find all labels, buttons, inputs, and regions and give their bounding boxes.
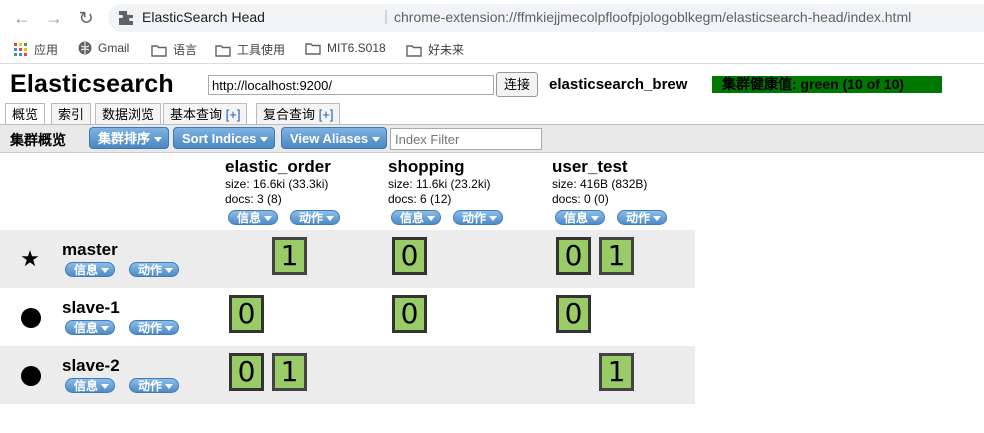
node-name: slave-2 <box>62 356 120 375</box>
tab-basic-query[interactable]: 基本查询 [+] <box>163 103 248 125</box>
index-size: size: 16.6ki (33.3ki) <box>225 177 329 191</box>
index-docs: docs: 3 (8) <box>225 192 282 206</box>
bookmark-haoweilai[interactable]: 好未来 <box>406 41 464 58</box>
tab-title: ElasticSearch Head <box>142 9 265 25</box>
index-size: size: 11.6ki (23.2ki) <box>388 177 491 191</box>
cluster-health-badge: 集群健康值: green (10 of 10) <box>712 76 942 93</box>
bookmarks-bar: 应用 Gmail 语言 工具使用 MIT6.S018 好未来 <box>0 36 984 64</box>
apps-grid-icon <box>14 43 27 56</box>
connect-button[interactable]: 连接 <box>496 72 538 97</box>
star-icon: ★ <box>20 246 40 271</box>
node-info-button[interactable]: 信息 <box>65 262 116 277</box>
tab-browser[interactable]: 数据浏览 <box>95 103 162 125</box>
tab-label: 基本查询 <box>170 107 223 122</box>
node-action-button[interactable]: 动作 <box>129 262 180 277</box>
view-aliases-button[interactable]: View Aliases <box>281 127 388 149</box>
bookmark-tools[interactable]: 工具使用 <box>215 41 285 58</box>
index-info-button[interactable]: 信息 <box>391 210 442 225</box>
cluster-name: elasticsearch_brew <box>549 76 688 93</box>
tab-plus[interactable]: [+] <box>226 107 241 122</box>
app-title: Elasticsearch <box>10 70 174 98</box>
bookmark-label: 语言 <box>173 43 198 57</box>
url-separator: | <box>384 8 388 25</box>
index-name: shopping <box>388 157 465 176</box>
bookmark-label: 应用 <box>34 43 59 57</box>
shard[interactable]: 0 <box>556 237 591 275</box>
app-header: Elasticsearch 连接 elasticsearch_brew 集群健康… <box>0 68 984 102</box>
bookmark-apps[interactable]: 应用 <box>14 41 58 58</box>
main-tabs: 概览 索引 数据浏览 基本查询 [+] 复合查询 [+] <box>0 103 984 125</box>
shard[interactable]: 0 <box>392 295 427 333</box>
bookmark-lang[interactable]: 语言 <box>151 41 197 58</box>
overview-toolbar: 集群概览 集群排序 Sort Indices View Aliases <box>0 125 984 153</box>
shard[interactable]: 1 <box>599 237 634 275</box>
bookmark-label: MIT6.S018 <box>327 41 386 55</box>
node-info-button[interactable]: 信息 <box>65 320 116 335</box>
tab-overview[interactable]: 概览 <box>5 103 46 125</box>
forward-icon[interactable]: → <box>44 8 64 28</box>
tab-plus[interactable]: [+] <box>319 107 334 122</box>
node-row-slave-2: slave-2 信息 动作 0 1 1 <box>0 346 695 404</box>
address-bar[interactable]: ElasticSearch Head | chrome-extension://… <box>108 4 984 32</box>
reload-icon[interactable]: ↻ <box>76 8 96 28</box>
tab-label: 概览 <box>12 107 39 122</box>
index-filter-input[interactable] <box>390 128 542 150</box>
bookmark-label: 好未来 <box>428 43 465 57</box>
node-info-button[interactable]: 信息 <box>65 378 116 393</box>
index-info-button[interactable]: 信息 <box>555 210 606 225</box>
index-docs: docs: 6 (12) <box>388 192 452 206</box>
extension-icon <box>119 11 133 25</box>
circle-icon <box>21 308 41 328</box>
node-name: master <box>62 240 118 259</box>
tab-label: 索引 <box>58 107 85 122</box>
bookmark-label: 工具使用 <box>237 43 286 57</box>
shard[interactable]: 0 <box>556 295 591 333</box>
index-action-button[interactable]: 动作 <box>290 210 341 225</box>
shard[interactable]: 0 <box>229 353 264 391</box>
bookmark-label: Gmail <box>98 41 130 55</box>
bookmark-gmail[interactable]: Gmail <box>78 41 129 55</box>
tab-indices[interactable]: 索引 <box>51 103 92 125</box>
index-header-shopping: shopping size: 11.6ki (23.2ki) docs: 6 (… <box>388 157 491 207</box>
shard[interactable]: 1 <box>599 353 634 391</box>
browser-toolbar: ← → ↻ ElasticSearch Head | chrome-extens… <box>0 0 984 36</box>
shard[interactable]: 1 <box>272 353 307 391</box>
circle-icon <box>21 366 41 386</box>
cluster-url-input[interactable] <box>208 75 494 95</box>
url-text[interactable]: chrome-extension://ffmkiejjmecolpfloofpj… <box>394 9 911 25</box>
folder-icon <box>215 45 231 57</box>
index-header-elastic-order: elastic_order size: 16.6ki (33.3ki) docs… <box>225 157 331 207</box>
index-docs: docs: 0 (0) <box>552 192 609 206</box>
folder-icon <box>406 45 422 57</box>
node-name: slave-1 <box>62 298 120 317</box>
sort-indices-button[interactable]: Sort Indices <box>173 127 276 149</box>
bookmark-mit[interactable]: MIT6.S018 <box>305 41 386 55</box>
index-name: user_test <box>552 157 628 176</box>
node-action-button[interactable]: 动作 <box>129 378 180 393</box>
shard[interactable]: 1 <box>272 237 307 275</box>
tab-label: 复合查询 <box>263 107 316 122</box>
shard[interactable]: 0 <box>392 237 427 275</box>
node-row-slave-1: slave-1 信息 动作 0 0 0 <box>0 288 695 346</box>
node-action-button[interactable]: 动作 <box>129 320 180 335</box>
folder-icon <box>151 45 167 57</box>
index-info-button[interactable]: 信息 <box>228 210 279 225</box>
node-row-master: ★ master 信息 动作 1 0 0 1 <box>0 230 695 288</box>
folder-icon <box>305 43 321 55</box>
back-icon[interactable]: ← <box>12 8 32 28</box>
cluster-sort-button[interactable]: 集群排序 <box>89 127 170 149</box>
index-header-user-test: user_test size: 416B (832B) docs: 0 (0) <box>552 157 647 207</box>
index-name: elastic_order <box>225 157 331 176</box>
index-action-button[interactable]: 动作 <box>453 210 504 225</box>
index-action-button[interactable]: 动作 <box>617 210 668 225</box>
globe-icon <box>78 41 92 55</box>
index-size: size: 416B (832B) <box>552 177 648 191</box>
tab-compound-query[interactable]: 复合查询 [+] <box>256 103 341 125</box>
shard[interactable]: 0 <box>229 295 264 333</box>
tab-label: 数据浏览 <box>102 107 155 122</box>
overview-title: 集群概览 <box>10 132 66 148</box>
